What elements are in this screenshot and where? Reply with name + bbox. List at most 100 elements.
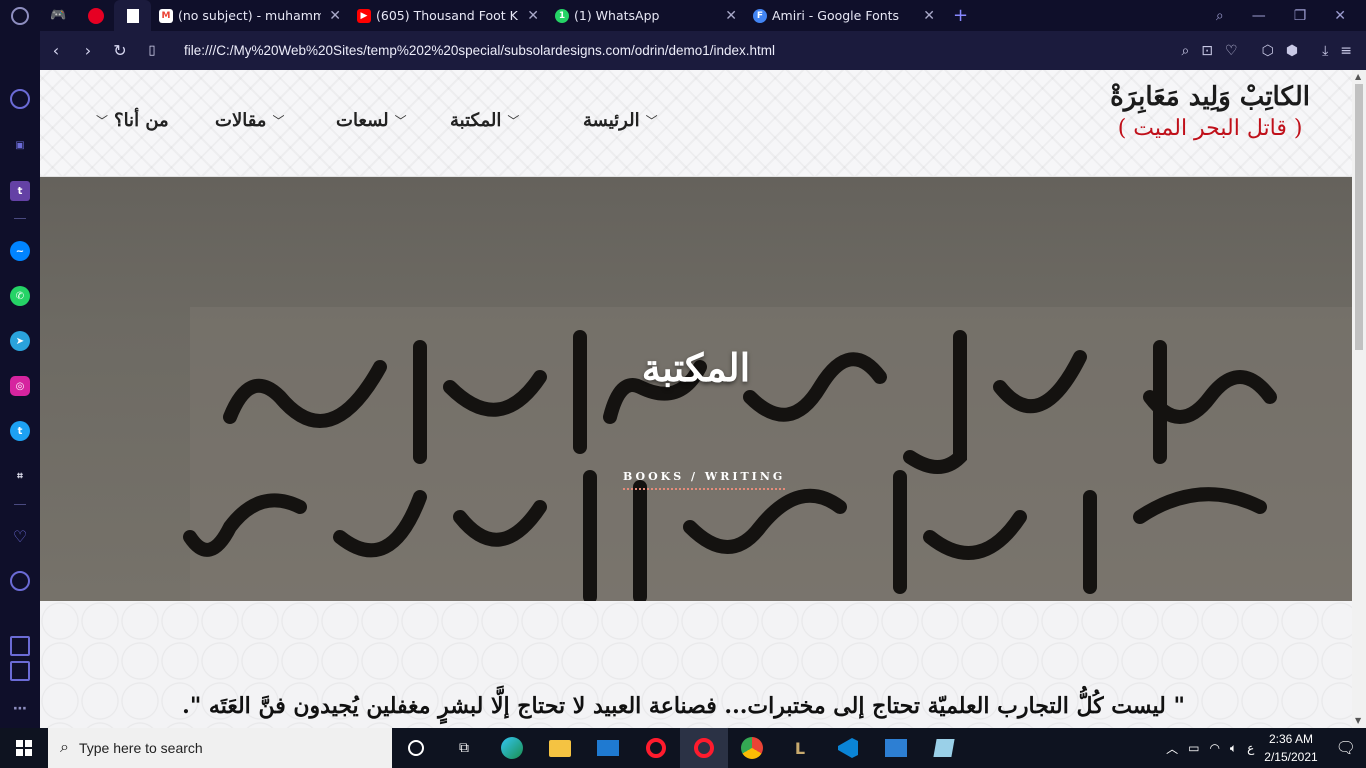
start-button[interactable] — [0, 728, 48, 768]
chevron-down-icon: ﹀ — [272, 114, 285, 128]
battery-icon[interactable]: ▭ — [1188, 741, 1199, 755]
pinterest-icon[interactable] — [77, 0, 114, 31]
quote-text: " ليست كُلُّ التجارب العلميّة تحتاج إلى … — [182, 693, 1185, 719]
photos-icon[interactable] — [872, 728, 920, 768]
wifi-icon[interactable]: ◠ — [1209, 741, 1219, 755]
chrome-icon[interactable] — [728, 728, 776, 768]
scroll-up-icon[interactable]: ▲ — [1355, 72, 1361, 81]
chevron-down-icon: ﹀ — [96, 114, 109, 128]
download-icon[interactable]: ⤓ — [1322, 43, 1328, 59]
nav-label: الرئيسة — [583, 110, 640, 131]
opera-menu-icon[interactable] — [0, 0, 40, 31]
tab-title: Amiri - Google Fonts — [772, 8, 900, 23]
tab-title: (no subject) - muhammadu — [178, 8, 322, 23]
system-tray: ︿ ▭ ◠ 🔈︎ ع 2:36 AM 2/15/2021 🗨︎ — [1166, 730, 1366, 766]
browser-tab-bar: 🎮 M (no subject) - muhammadu ✕ ▶ (605) T… — [0, 0, 1366, 31]
chevron-down-icon: ﹀ — [507, 114, 520, 128]
twitch-icon[interactable]: t — [10, 181, 30, 201]
menu-icon[interactable]: ≡ — [1340, 43, 1352, 59]
site-header: ﹀ من أنا؟ مقالات ﹀ لسعات ﹀ المكتبة ﹀ الر… — [40, 70, 1352, 177]
close-icon[interactable]: ✕ — [527, 8, 539, 24]
search-tabs-icon[interactable]: ⌕ — [1216, 8, 1224, 24]
vscode-icon[interactable] — [824, 728, 872, 768]
nav-item-stings[interactable]: لسعات ﹀ — [336, 110, 407, 131]
cube-icon[interactable]: ⬡ — [1262, 43, 1274, 59]
clock-time: 2:36 AM — [1268, 732, 1313, 746]
close-icon[interactable]: ✕ — [725, 8, 737, 24]
easy-setup-icon[interactable] — [10, 661, 30, 681]
tab-google-fonts[interactable]: F Amiri - Google Fonts ✕ — [745, 0, 943, 31]
reload-icon[interactable]: ↻ — [104, 41, 136, 60]
scrollbar-thumb[interactable] — [1355, 84, 1363, 350]
chevron-up-icon[interactable]: ︿ — [1166, 740, 1178, 757]
document-icon[interactable] — [114, 0, 151, 31]
site-logo[interactable]: الكاتِبْ وَلِيد مَعَابِرَةْ ( قاتل البحر… — [1110, 82, 1310, 141]
more-icon[interactable]: ⋯ — [10, 699, 30, 719]
history-icon[interactable] — [10, 571, 30, 591]
instagram-icon[interactable]: ◎ — [10, 376, 30, 396]
whatsapp-icon: 1 — [555, 8, 569, 23]
whatsapp-icon[interactable]: ✆ — [10, 286, 30, 306]
heart-icon[interactable]: ♡ — [1225, 43, 1238, 59]
gmail-icon: M — [159, 8, 173, 23]
hero-subtitle: BOOKS / WRITING — [623, 470, 786, 490]
extensions-icon[interactable]: ⬢ — [1286, 43, 1298, 59]
clock[interactable]: 2:36 AM 2/15/2021 — [1264, 730, 1317, 766]
volume-icon[interactable]: 🔈︎ — [1230, 741, 1237, 756]
mail-icon[interactable] — [584, 728, 632, 768]
content-section: " ليست كُلُّ التجارب العلميّة تحتاج إلى … — [40, 601, 1352, 728]
nav-item-about[interactable]: ﹀ من أنا؟ — [96, 110, 169, 131]
opera-gx-icon[interactable] — [680, 728, 728, 768]
messenger-icon[interactable]: ~ — [10, 241, 30, 261]
forward-icon[interactable]: › — [72, 41, 104, 60]
discord-icon[interactable]: ⌗ — [10, 466, 30, 486]
twitter-icon[interactable]: t — [10, 421, 30, 441]
new-tab-icon[interactable]: + — [943, 5, 978, 26]
close-window-icon[interactable]: ✕ — [1334, 8, 1346, 24]
tab-title: (605) Thousand Foot Krutcl — [376, 8, 519, 23]
minimize-icon[interactable]: — — [1252, 8, 1266, 24]
address-bar: ‹ › ↻ ▯ file:///C:/My%20Web%20Sites/temp… — [40, 31, 1366, 70]
close-icon[interactable]: ✕ — [329, 8, 341, 24]
notifications-icon[interactable]: 🗨︎ — [1336, 738, 1356, 758]
close-icon[interactable]: ✕ — [923, 8, 935, 24]
edge-icon[interactable] — [488, 728, 536, 768]
speed-dial-icon[interactable] — [10, 89, 30, 109]
brand-subtitle: ( قاتل البحر الميت ) — [1117, 116, 1303, 141]
back-icon[interactable]: ‹ — [40, 41, 72, 60]
battery-saver-icon[interactable] — [10, 636, 30, 656]
brand-name: الكاتِبْ وَلِيد مَعَابِرَةْ — [1110, 82, 1310, 112]
nav-item-home[interactable]: الرئيسة ﹀ — [583, 110, 658, 131]
camera-icon[interactable]: ⊡ — [1201, 43, 1213, 59]
gamepad-icon[interactable]: 🎮 — [40, 0, 77, 31]
windows-taskbar: ⌕ Type here to search ⧉ L ︿ ▭ ◠ 🔈︎ ع 2:3… — [0, 728, 1366, 768]
windows-icon — [16, 740, 32, 756]
page-scrollbar[interactable]: ▲ ▼ — [1352, 70, 1366, 728]
taskbar-search[interactable]: ⌕ Type here to search — [48, 728, 392, 768]
opera-icon[interactable] — [632, 728, 680, 768]
search-icon[interactable]: ⌕ — [1181, 43, 1189, 59]
league-icon[interactable]: L — [776, 728, 824, 768]
url-field[interactable]: file:///C:/My%20Web%20Sites/temp%202%20s… — [184, 43, 775, 58]
tab-gmail[interactable]: M (no subject) - muhammadu ✕ — [151, 0, 349, 31]
cortana-icon[interactable] — [392, 728, 440, 768]
task-view-icon[interactable]: ⧉ — [440, 728, 488, 768]
telegram-icon[interactable]: ➤ — [10, 331, 30, 351]
opera-sidebar: ▣ t ~ ✆ ➤ ◎ t ⌗ ♡ ⋯ — [0, 31, 40, 728]
file-explorer-icon[interactable] — [536, 728, 584, 768]
heart-icon[interactable]: ♡ — [10, 526, 30, 546]
notepad-icon[interactable] — [920, 728, 968, 768]
nav-label: المكتبة — [450, 110, 502, 131]
nav-item-articles[interactable]: مقالات ﹀ — [215, 110, 284, 131]
language-indicator[interactable]: ع — [1247, 741, 1254, 755]
restore-icon[interactable]: ❐ — [1294, 8, 1307, 24]
search-placeholder: Type here to search — [78, 740, 203, 756]
page-info-icon[interactable]: ▯ — [136, 43, 168, 58]
tab-youtube[interactable]: ▶ (605) Thousand Foot Krutcl ✕ — [349, 0, 547, 31]
shopping-bag-icon[interactable]: ▣ — [10, 135, 30, 155]
scroll-down-icon[interactable]: ▼ — [1355, 716, 1361, 725]
tab-title: (1) WhatsApp — [574, 8, 660, 23]
nav-item-library[interactable]: المكتبة ﹀ — [450, 110, 519, 131]
search-icon: ⌕ — [60, 739, 69, 756]
tab-whatsapp[interactable]: 1 (1) WhatsApp ✕ — [547, 0, 745, 31]
